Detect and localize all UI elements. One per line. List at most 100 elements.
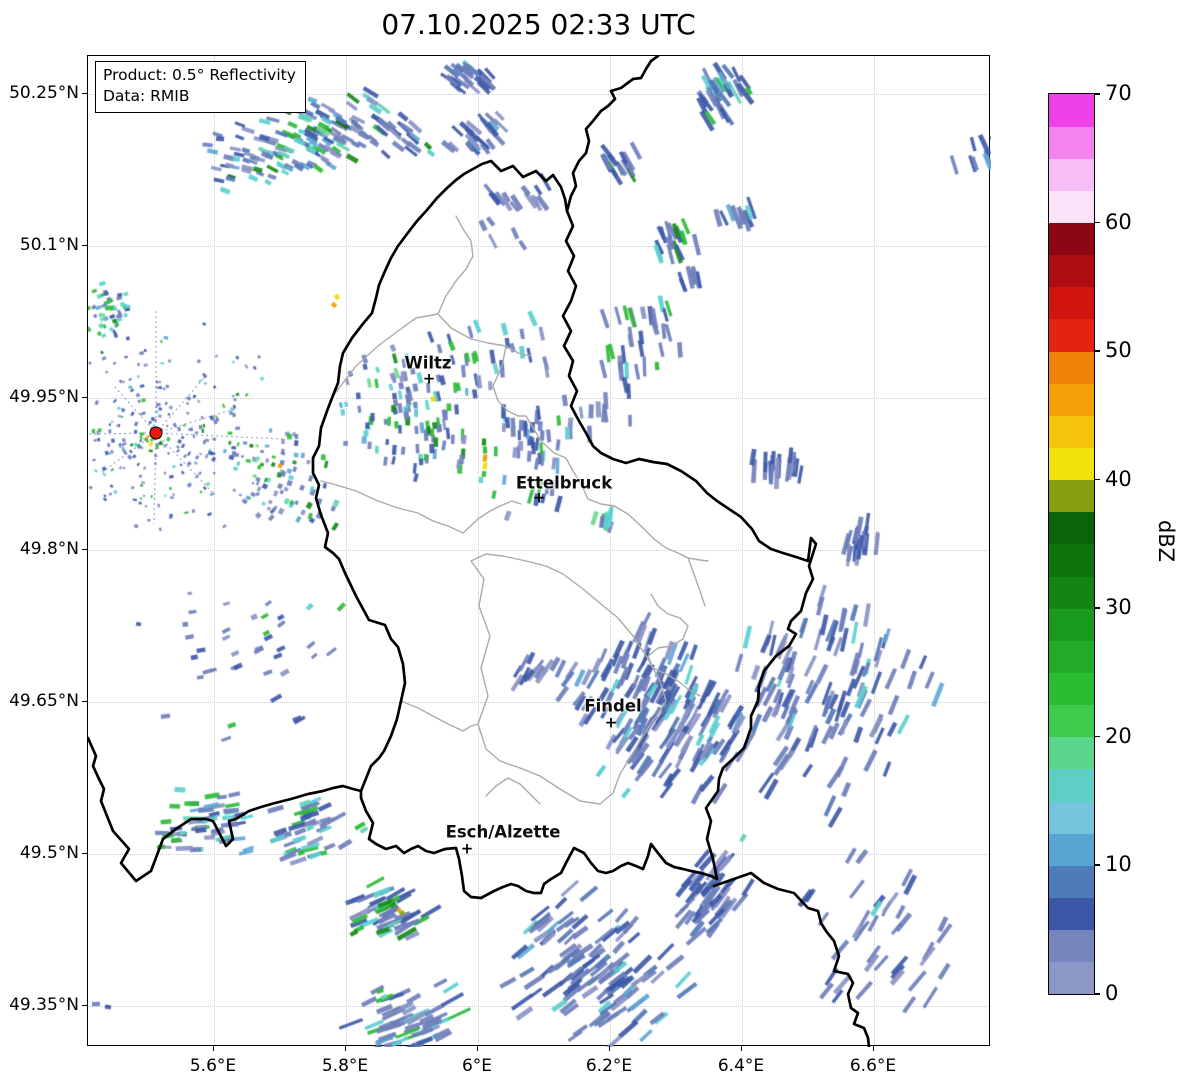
lat-tick-mark [82, 549, 87, 551]
colorbar-band [1049, 801, 1094, 834]
district-border [400, 700, 479, 732]
lat-tick-mark [82, 93, 87, 95]
district-border [647, 593, 701, 697]
lat-tick-label: 49.95°N [9, 387, 79, 407]
colorbar-band [1049, 865, 1094, 899]
colorbar-tick-label: 40 [1105, 466, 1132, 491]
lon-tick-mark [477, 1046, 479, 1051]
lon-tick-mark [213, 1046, 215, 1051]
colorbar-tick-mark [1094, 864, 1100, 866]
colorbar-band [1049, 640, 1094, 674]
colorbar-band [1049, 94, 1094, 127]
city-marker: + [604, 713, 618, 732]
district-border [320, 480, 522, 534]
border-overlay [88, 56, 871, 1047]
colorbar-band [1049, 222, 1094, 256]
page-title: 07.10.2025 02:33 UTC [381, 8, 696, 41]
colorbar-band [1049, 929, 1094, 963]
lat-tick-label: 49.8°N [19, 539, 79, 559]
radar-clutter-spoke [88, 432, 157, 435]
colorbar-tick-label: 0 [1105, 981, 1119, 1005]
colorbar-band [1049, 254, 1094, 288]
radar-clutter-spoke [153, 432, 157, 525]
colorbar-band [1049, 479, 1094, 513]
colorbar-tick-label: 10 [1105, 852, 1132, 877]
lon-tick-label: 6°E [461, 1056, 493, 1076]
colorbar [1048, 93, 1095, 995]
lat-tick-label: 49.35°N [9, 995, 79, 1015]
colorbar-band [1049, 672, 1094, 706]
radar-clutter-spoke [101, 432, 157, 473]
colorbar-band [1049, 576, 1094, 609]
colorbar-tick-label: 50 [1105, 338, 1132, 363]
lat-tick-label: 50.1°N [19, 235, 79, 255]
colorbar-band [1049, 447, 1094, 481]
product-label: Product: 0.5° Reflectivity [103, 66, 296, 84]
colorbar-band [1049, 383, 1094, 416]
colorbar-tick-label: 20 [1105, 723, 1132, 748]
colorbar-tick-mark [1094, 993, 1100, 995]
colorbar-band [1049, 736, 1094, 770]
colorbar-tick-label: 60 [1105, 209, 1132, 234]
lat-tick-mark [82, 245, 87, 247]
country-border [712, 871, 871, 1047]
lon-tick-label: 6.2°E [585, 1056, 633, 1076]
colorbar-tick-mark [1094, 478, 1100, 481]
colorbar-band [1049, 704, 1094, 738]
lat-tick-label: 50.25°N [9, 83, 79, 103]
city-label-ettelbruck: Ettelbruck [515, 473, 613, 493]
colorbar-band [1049, 544, 1094, 577]
colorbar-band [1049, 608, 1094, 641]
city-marker: + [460, 839, 474, 858]
radar-clutter-spoke [155, 432, 285, 440]
lat-tick-label: 49.65°N [9, 691, 79, 711]
city-marker: + [422, 369, 436, 388]
district-border [687, 557, 706, 607]
data-source-label: Data: RMIB [103, 86, 190, 105]
radar-clutter-spoke [155, 377, 205, 434]
lat-tick-mark [82, 853, 87, 855]
colorbar-band [1049, 511, 1094, 545]
lon-tick-mark [741, 1046, 743, 1051]
colorbar-tick-mark [1094, 735, 1100, 738]
colorbar-tick-label: 70 [1105, 81, 1132, 105]
country-border [565, 56, 660, 213]
lon-tick-mark [345, 1046, 347, 1051]
colorbar-band [1049, 319, 1094, 352]
map-plot: Product: 0.5° Reflectivity Data: RMIB Wi… [87, 55, 991, 1047]
lat-tick-label: 49.5°N [19, 843, 79, 863]
lat-tick-mark [82, 701, 87, 703]
lat-tick-mark [82, 397, 87, 399]
radar-clutter-spoke [155, 432, 213, 493]
colorbar-band [1049, 961, 1094, 995]
lat-tick-mark [82, 1005, 87, 1007]
colorbar-axis-label: dBZ [1154, 519, 1179, 563]
product-info-box: Product: 0.5° Reflectivity Data: RMIB [95, 61, 306, 113]
country-border [88, 736, 363, 883]
colorbar-band [1049, 126, 1094, 159]
colorbar-band [1049, 769, 1094, 802]
colorbar-tick-mark [1094, 221, 1100, 224]
radar-site-marker [149, 426, 163, 440]
country-border [311, 159, 818, 900]
colorbar-band [1049, 158, 1094, 191]
district-border [437, 215, 474, 315]
radar-clutter-spoke [155, 407, 239, 434]
lon-tick-label: 5.8°E [321, 1056, 369, 1076]
colorbar-band [1049, 897, 1094, 931]
lon-tick-label: 6.4°E [717, 1056, 765, 1076]
colorbar-band [1049, 190, 1094, 224]
city-marker: + [532, 488, 546, 507]
colorbar-tick-label: 30 [1105, 595, 1132, 620]
colorbar-band [1049, 415, 1094, 449]
colorbar-tick-mark [1094, 350, 1100, 352]
district-border [485, 777, 541, 805]
colorbar-tick-mark [1094, 607, 1100, 609]
colorbar-tick-mark [1094, 93, 1100, 95]
lon-tick-label: 6.6°E [849, 1056, 897, 1076]
district-border [470, 553, 667, 805]
lon-tick-mark [873, 1046, 875, 1051]
radar-clutter-spoke [113, 385, 157, 434]
lon-tick-label: 5.6°E [189, 1056, 237, 1076]
lon-tick-mark [609, 1046, 611, 1051]
